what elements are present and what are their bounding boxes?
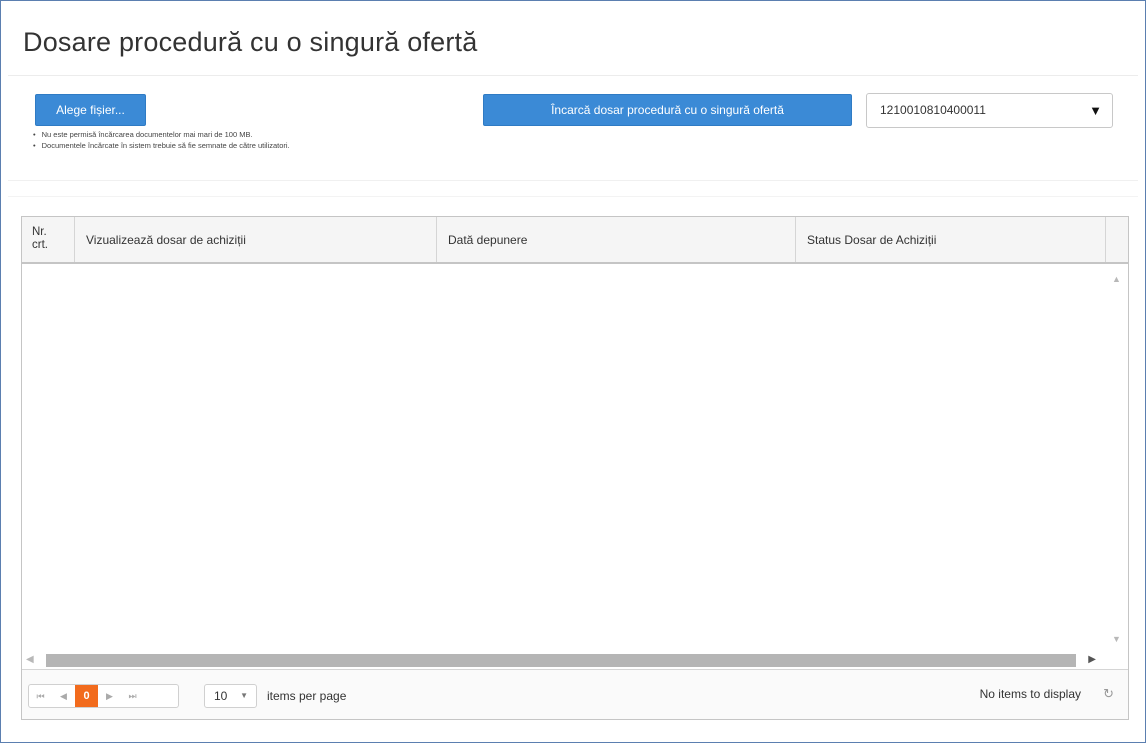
title-divider xyxy=(8,75,1138,76)
procedure-select[interactable]: 1210010810400011 ▼ xyxy=(866,93,1113,128)
grid-header: Nr. crt. Vizualizează dosar de achiziții… xyxy=(22,217,1128,264)
dossier-grid: Nr. crt. Vizualizează dosar de achiziții… xyxy=(21,216,1129,720)
scroll-thumb[interactable] xyxy=(46,654,1076,667)
current-page[interactable]: 0 xyxy=(75,685,98,707)
caret-down-icon: ▼ xyxy=(1089,103,1102,118)
refresh-icon[interactable]: ↻ xyxy=(1103,686,1114,702)
page-title: Dosare procedură cu o singură ofertă xyxy=(23,27,478,57)
items-per-page-label: items per page xyxy=(267,689,347,703)
first-page-icon[interactable]: ⏮ xyxy=(29,685,52,707)
column-header-view[interactable]: Vizualizează dosar de achiziții xyxy=(75,217,437,262)
vertical-scrollbar[interactable]: ▲ ▼ xyxy=(1105,264,1128,652)
scroll-left-icon[interactable]: ◀ xyxy=(26,654,34,665)
upload-note: Nu este permisă încărcarea documentelor … xyxy=(33,129,290,140)
column-header-status[interactable]: Status Dosar de Achiziții xyxy=(796,217,1106,262)
horizontal-scrollbar[interactable]: ◀ ▶ xyxy=(22,652,1106,669)
scroll-up-icon[interactable]: ▲ xyxy=(1112,274,1121,284)
caret-down-icon: ▼ xyxy=(240,691,248,700)
column-header-label: Vizualizează dosar de achiziții xyxy=(86,233,246,247)
page-size-value: 10 xyxy=(214,689,228,703)
column-header-label: Nr. crt. xyxy=(32,226,48,251)
section-divider xyxy=(8,196,1138,197)
section-divider xyxy=(8,180,1138,181)
scroll-down-icon[interactable]: ▼ xyxy=(1112,634,1121,644)
no-items-label: No items to display xyxy=(979,687,1081,701)
column-header-label: Status Dosar de Achiziții xyxy=(807,233,937,247)
last-page-icon[interactable]: ⏭ xyxy=(121,685,144,707)
prev-page-icon[interactable]: ◀ xyxy=(52,685,75,707)
upload-notes: Nu este permisă încărcarea documentelor … xyxy=(33,129,290,151)
choose-file-button[interactable]: Alege fișier... xyxy=(35,94,146,126)
procedure-select-value: 1210010810400011 xyxy=(880,103,986,117)
upload-note: Documentele încărcate în sistem trebuie … xyxy=(33,140,290,151)
pager-nav: ⏮ ◀ 0 ▶ ⏭ xyxy=(28,684,179,708)
upload-dossier-button[interactable]: Încarcă dosar procedură cu o singură ofe… xyxy=(483,94,852,126)
next-page-icon[interactable]: ▶ xyxy=(98,685,121,707)
grid-pager: ⏮ ◀ 0 ▶ ⏭ 10 ▼ items per page No items t… xyxy=(22,669,1128,719)
page-size-select[interactable]: 10 ▼ xyxy=(204,684,257,708)
column-header-date[interactable]: Dată depunere xyxy=(437,217,796,262)
column-header-label: Dată depunere xyxy=(448,233,528,247)
column-header-nr[interactable]: Nr. crt. xyxy=(22,217,75,262)
scroll-right-icon[interactable]: ▶ xyxy=(1088,654,1096,665)
